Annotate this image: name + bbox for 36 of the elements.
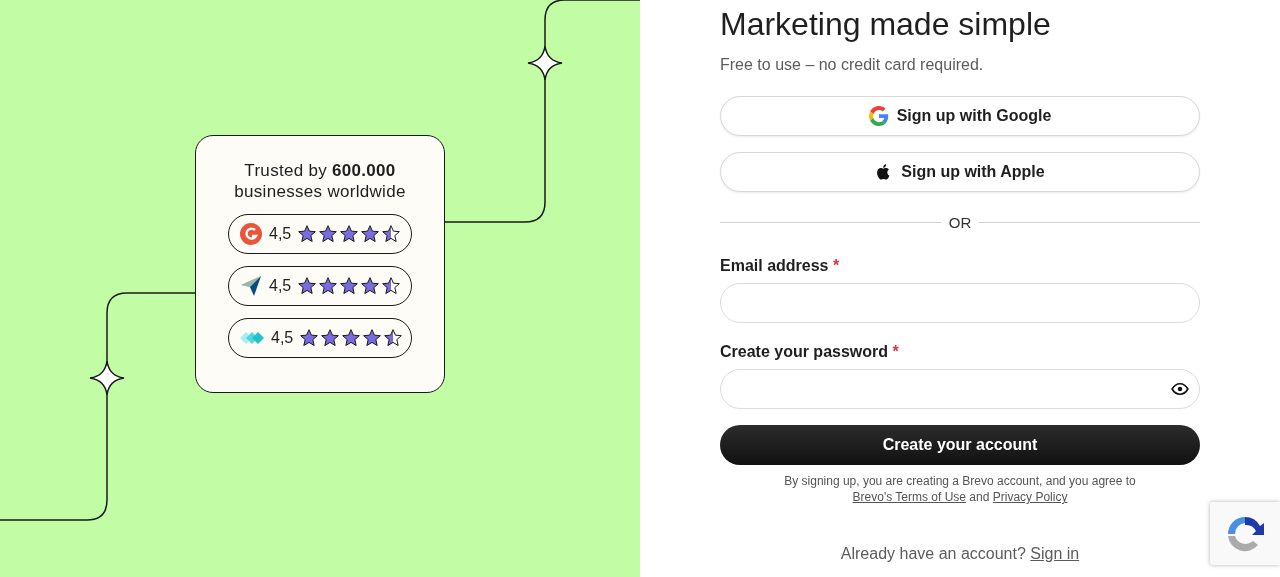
star-icon: [360, 224, 381, 244]
field-label: Email address *: [720, 257, 840, 274]
star-icon: [297, 224, 318, 244]
g2-logo-icon: [239, 222, 263, 246]
star-icon: [318, 276, 339, 296]
field-label: Create your password *: [720, 343, 899, 360]
social-signup-button[interactable]: Sign up with Apple: [720, 152, 1200, 192]
trust-headline: Trusted by 600.000 businesses worldwide: [233, 160, 407, 202]
star-icon: [383, 328, 404, 348]
rating-score: 4,5: [269, 277, 292, 295]
subtitle: Free to use – no credit card required.: [720, 56, 985, 74]
legal-notice: By signing up, you are creating a Brevo account, and you agree to Brevo's Terms of Use and Privacy Policy: [783, 473, 1137, 505]
eye-icon[interactable]: [1171, 380, 1189, 398]
star-icon: [339, 276, 360, 296]
rating-score: 4,5: [269, 225, 292, 243]
star-icon: [341, 328, 362, 348]
social-signup-button[interactable]: Sign up with Google: [720, 96, 1200, 136]
google-logo-icon: [868, 106, 889, 126]
star-icon: [297, 276, 318, 296]
star-icon: [339, 224, 360, 244]
terms-link[interactable]: Brevo's Terms of Use: [852, 490, 966, 504]
or-divider-text: OR: [948, 214, 972, 231]
star-icon: [360, 276, 381, 296]
star-icon: [299, 328, 320, 348]
arrow-logo-icon: [239, 274, 263, 298]
star-icon: [381, 224, 402, 244]
star-icon: [381, 276, 402, 296]
signin-prompt: Already have an account? Sign in: [839, 545, 1081, 563]
privacy-link[interactable]: Privacy Policy: [992, 490, 1068, 504]
rating-score: 4,5: [271, 329, 294, 347]
star-icon: [318, 224, 339, 244]
page-title: Marketing made simple: [720, 5, 1052, 44]
star-icon: [362, 328, 383, 348]
star-icon: [320, 328, 341, 348]
signin-link[interactable]: Sign in: [1030, 545, 1080, 562]
create-account-button[interactable]: Create your account: [720, 425, 1200, 465]
